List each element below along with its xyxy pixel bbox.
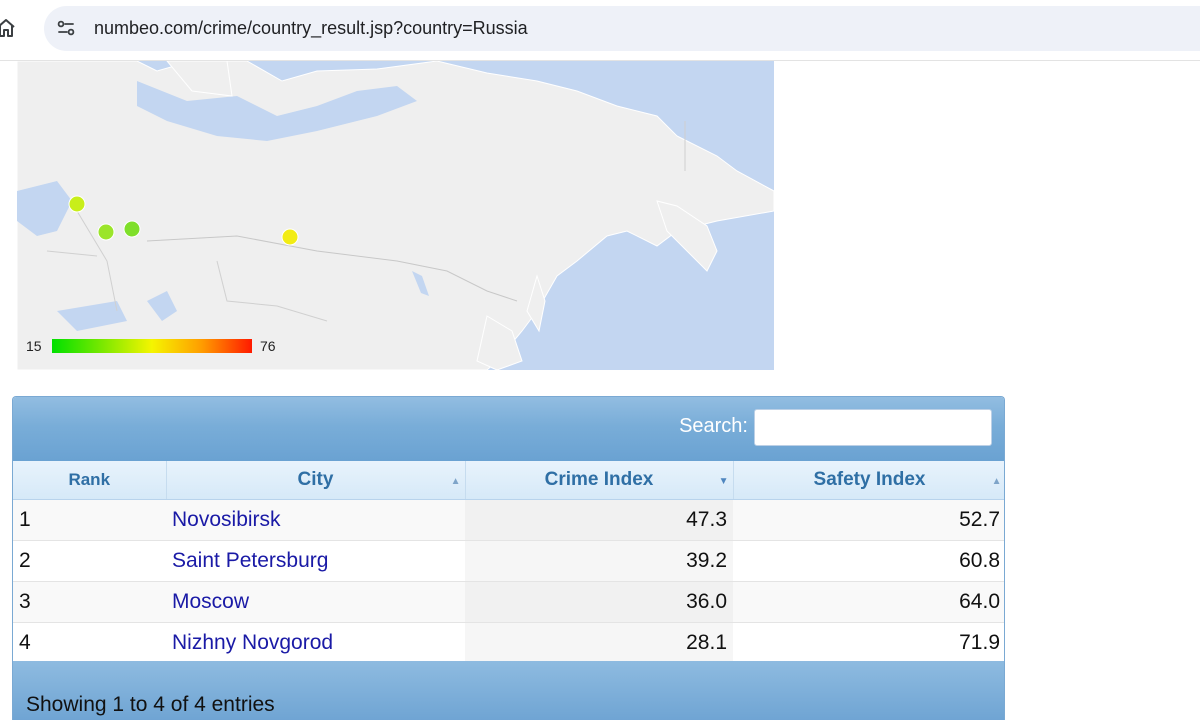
table-row: 1 Novosibirsk 47.3 52.7: [13, 499, 1004, 541]
legend-color-scale: [52, 339, 252, 353]
city-link[interactable]: Saint Petersburg: [172, 549, 328, 572]
crime-map[interactable]: 15 76: [17, 61, 774, 370]
city-cell: Novosibirsk: [166, 499, 465, 541]
legend-max-label: 76: [260, 338, 276, 354]
rank-cell: 3: [13, 581, 166, 623]
table-info: Showing 1 to 4 of 4 entries: [26, 693, 275, 716]
city-cell: Moscow: [166, 581, 465, 623]
city-link[interactable]: Nizhny Novgorod: [172, 631, 333, 654]
url-text[interactable]: numbeo.com/crime/country_result.jsp?coun…: [94, 18, 528, 39]
safety-index-cell: 60.8: [733, 540, 1004, 582]
crime-index-cell: 47.3: [465, 499, 733, 541]
rank-cell: 2: [13, 540, 166, 582]
legend-min-label: 15: [26, 338, 42, 354]
crime-index-cell: 28.1: [465, 622, 733, 664]
safety-index-cell: 52.7: [733, 499, 1004, 541]
sort-up-icon: ▲: [991, 476, 1002, 487]
table-row: 2 Saint Petersburg 39.2 60.8: [13, 540, 1004, 582]
city-link[interactable]: Moscow: [172, 590, 249, 613]
city-crime-table: Search: Rank City ▲ Crime Index ▼ Safety I…: [12, 396, 1005, 720]
search-label: Search:: [679, 415, 748, 437]
url-field[interactable]: numbeo.com/crime/country_result.jsp?coun…: [44, 6, 1200, 51]
column-header-safety-index[interactable]: Safety Index ▲: [733, 461, 1004, 500]
marker-saint-petersburg[interactable]: [68, 195, 86, 213]
table-footer: Showing 1 to 4 of 4 entries: [13, 661, 1004, 720]
table-row: 3 Moscow 36.0 64.0: [13, 581, 1004, 623]
safety-index-cell: 64.0: [733, 581, 1004, 623]
marker-moscow[interactable]: [97, 223, 115, 241]
header-row: Rank City ▲ Crime Index ▼ Safety Index ▲: [13, 461, 1004, 500]
data-table: Rank City ▲ Crime Index ▼ Safety Index ▲ 1 …: [13, 461, 1004, 664]
site-info-icon[interactable]: [54, 16, 78, 40]
marker-novosibirsk[interactable]: [281, 228, 299, 246]
sort-down-icon: ▼: [718, 476, 729, 487]
table-toolbar: Search:: [13, 397, 1004, 461]
city-cell: Nizhny Novgorod: [166, 622, 465, 664]
column-header-city[interactable]: City ▲: [166, 461, 466, 500]
search-input[interactable]: [754, 409, 992, 446]
crime-index-cell: 39.2: [465, 540, 733, 582]
sort-up-icon: ▲: [450, 476, 461, 487]
city-link[interactable]: Novosibirsk: [172, 508, 281, 531]
column-header-crime-index[interactable]: Crime Index ▼: [465, 461, 734, 500]
rank-cell: 1: [13, 499, 166, 541]
crime-index-cell: 36.0: [465, 581, 733, 623]
rank-cell: 4: [13, 622, 166, 664]
column-header-rank[interactable]: Rank: [13, 461, 167, 500]
table-row: 4 Nizhny Novgorod 28.1 71.9: [13, 622, 1004, 664]
safety-index-cell: 71.9: [733, 622, 1004, 664]
map-land: [17, 61, 774, 370]
city-cell: Saint Petersburg: [166, 540, 465, 582]
home-icon[interactable]: [0, 16, 18, 40]
browser-address-bar: numbeo.com/crime/country_result.jsp?coun…: [0, 0, 1200, 61]
marker-nizhny-novgorod[interactable]: [123, 220, 141, 238]
